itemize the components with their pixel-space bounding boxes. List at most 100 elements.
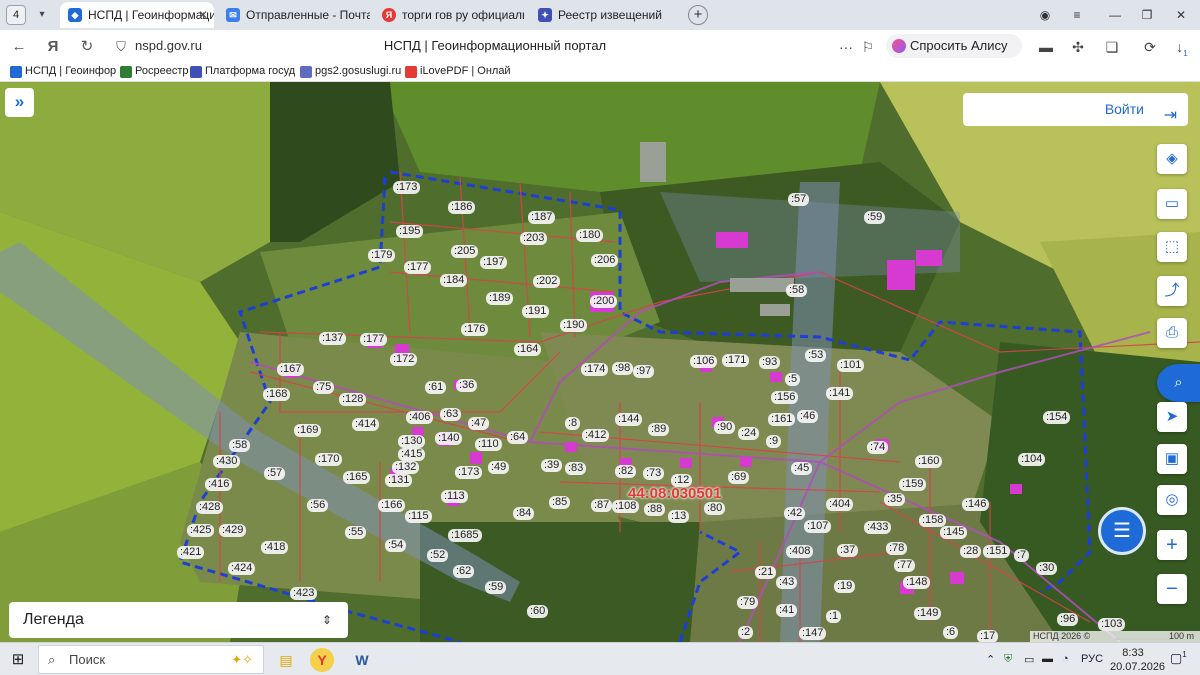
bookmark-nspd[interactable]: НСПД | Геоинфор xyxy=(10,65,116,78)
parcel-label[interactable]: :425 xyxy=(187,524,215,537)
parcel-label[interactable]: :28 xyxy=(960,545,982,558)
picture-in-picture-icon[interactable]: ▣ xyxy=(1157,444,1187,474)
parcel-label[interactable]: :159 xyxy=(899,478,927,491)
parcel-label[interactable]: :149 xyxy=(914,607,942,620)
parcel-label[interactable]: :84 xyxy=(513,507,535,520)
login-button[interactable]: Войти ⇥ xyxy=(963,93,1188,126)
parcel-label[interactable]: :197 xyxy=(480,256,508,269)
parcel-label[interactable]: :428 xyxy=(196,501,224,514)
parcel-label[interactable]: :187 xyxy=(528,211,556,224)
parcel-label[interactable]: :433 xyxy=(864,521,892,534)
parcel-label[interactable]: :7 xyxy=(1014,549,1030,562)
parcel-label[interactable]: :80 xyxy=(704,502,726,515)
parcel-label[interactable]: :39 xyxy=(541,459,563,472)
tab-nspd[interactable]: ◆ НСПД | Геоинформаци ✕ xyxy=(60,2,214,28)
parcel-label[interactable]: :412 xyxy=(582,429,610,442)
parcel-label[interactable]: :173 xyxy=(393,181,421,194)
parcel-label[interactable]: :164 xyxy=(514,343,542,356)
restore-icon[interactable]: ❐ xyxy=(1136,4,1158,26)
parcel-label[interactable]: :203 xyxy=(520,232,548,245)
parcel-label[interactable]: :110 xyxy=(475,438,502,451)
yandex-browser-icon[interactable]: Y xyxy=(310,648,334,672)
parcel-label[interactable]: :74 xyxy=(867,441,889,454)
parcel-label[interactable]: :177 xyxy=(360,333,388,346)
parcel-label[interactable]: :423 xyxy=(290,587,318,600)
parcel-label[interactable]: :195 xyxy=(396,225,424,238)
language-indicator[interactable]: РУС xyxy=(1081,653,1103,665)
windows-start-icon[interactable]: ⊞ xyxy=(4,646,32,674)
parcel-label[interactable]: :146 xyxy=(962,498,990,511)
parcel-label[interactable]: :43 xyxy=(776,576,798,589)
bookmark-icon[interactable]: ⚐ xyxy=(858,37,878,57)
parcel-label[interactable]: :45 xyxy=(791,462,813,475)
parcel-label[interactable]: :73 xyxy=(643,467,665,480)
parcel-label[interactable]: :206 xyxy=(591,254,619,267)
parcel-label[interactable]: :82 xyxy=(615,465,637,478)
parcel-label[interactable]: :416 xyxy=(205,478,233,491)
parcel-label[interactable]: :106 xyxy=(690,355,718,368)
parcel-label[interactable]: :55 xyxy=(345,526,367,539)
parcel-label[interactable]: :69 xyxy=(728,471,750,484)
system-clock[interactable]: 8:33 20.07.2026 xyxy=(1110,646,1165,674)
parcel-label[interactable]: :93 xyxy=(759,356,781,369)
parcel-label[interactable]: :174 xyxy=(581,363,609,376)
parcel-label[interactable]: :1685 xyxy=(448,529,482,542)
parcel-label[interactable]: :171 xyxy=(722,354,750,367)
parcel-label[interactable]: :130 xyxy=(398,435,426,448)
tab-count-button[interactable]: 4 xyxy=(6,5,26,25)
tray-chevron-icon[interactable]: ⌃ xyxy=(986,653,995,666)
parcel-label[interactable]: :166 xyxy=(378,499,406,512)
parcel-label[interactable]: :54 xyxy=(385,539,407,552)
shield-icon[interactable]: ⛨ xyxy=(1004,653,1012,666)
parcel-label[interactable]: :8 xyxy=(565,417,581,430)
parcel-label[interactable]: :408 xyxy=(786,545,814,558)
new-tab-button[interactable]: + xyxy=(688,5,708,25)
parcel-label[interactable]: :414 xyxy=(352,418,380,431)
parcel-label[interactable]: :13 xyxy=(668,510,690,523)
close-window-icon[interactable]: ✕ xyxy=(1170,4,1192,26)
collections-icon[interactable]: ❏ xyxy=(1102,37,1122,57)
cadastral-quarter-label[interactable]: 44:08:030501 xyxy=(628,485,721,502)
parcel-label[interactable]: :41 xyxy=(776,604,798,617)
minimize-icon[interactable]: — xyxy=(1104,4,1126,26)
parcel-label[interactable]: :2 xyxy=(738,626,754,639)
parcel-label[interactable]: :186 xyxy=(448,201,476,214)
parcel-label[interactable]: :200 xyxy=(590,295,618,308)
wifi-icon[interactable]: ◔ xyxy=(1062,653,1069,665)
parcel-label[interactable]: :35 xyxy=(884,493,906,506)
parcel-label[interactable]: :96 xyxy=(1057,613,1079,626)
parcel-label[interactable]: :424 xyxy=(228,562,256,575)
bookmark-rosreestr[interactable]: Росреестр xyxy=(120,65,188,78)
search-panel-icon[interactable]: ⌕ xyxy=(1157,364,1200,402)
downloads-icon[interactable]: ↓1 xyxy=(1172,37,1192,58)
parcel-label[interactable]: :167 xyxy=(277,363,305,376)
parcel-label[interactable]: :160 xyxy=(915,455,943,468)
parcel-label[interactable]: :52 xyxy=(427,549,449,562)
parcel-label[interactable]: :205 xyxy=(451,245,479,258)
parcel-label[interactable]: :19 xyxy=(834,580,856,593)
parcel-label[interactable]: :88 xyxy=(644,503,666,516)
legend-dropdown[interactable]: Легенда ⇕ xyxy=(9,602,348,638)
share-icon[interactable]: ⤴ xyxy=(1157,276,1187,306)
print-icon[interactable]: ⎙ xyxy=(1157,318,1187,348)
parcel-label[interactable]: :79 xyxy=(737,596,759,609)
parcel-label[interactable]: :189 xyxy=(486,292,514,305)
map-view[interactable]: :173 :186 :187 :195 :203 :180 :179 :177 … xyxy=(0,82,1200,642)
parcel-label[interactable]: :145 xyxy=(940,526,968,539)
parcel-label[interactable]: :172 xyxy=(390,353,418,366)
parcel-label[interactable]: :404 xyxy=(826,498,854,511)
parcel-label[interactable]: :429 xyxy=(219,524,247,537)
parcel-label[interactable]: :179 xyxy=(368,249,396,262)
parcel-label[interactable]: :202 xyxy=(533,275,561,288)
parcel-label[interactable]: :169 xyxy=(294,424,322,437)
parcel-label[interactable]: :128 xyxy=(339,393,367,406)
parcel-label[interactable]: :36 xyxy=(456,379,478,392)
parcel-label[interactable]: :49 xyxy=(488,461,510,474)
notification-icon[interactable]: ▢1 xyxy=(1170,650,1187,666)
more-dots-icon[interactable]: ··· xyxy=(836,37,856,57)
parcel-label[interactable]: :140 xyxy=(435,432,463,445)
parcel-label[interactable]: :75 xyxy=(313,381,335,394)
parcel-label[interactable]: :107 xyxy=(804,520,832,533)
parcel-label[interactable]: :30 xyxy=(1036,562,1058,575)
parcel-label[interactable]: :58 xyxy=(786,284,808,297)
